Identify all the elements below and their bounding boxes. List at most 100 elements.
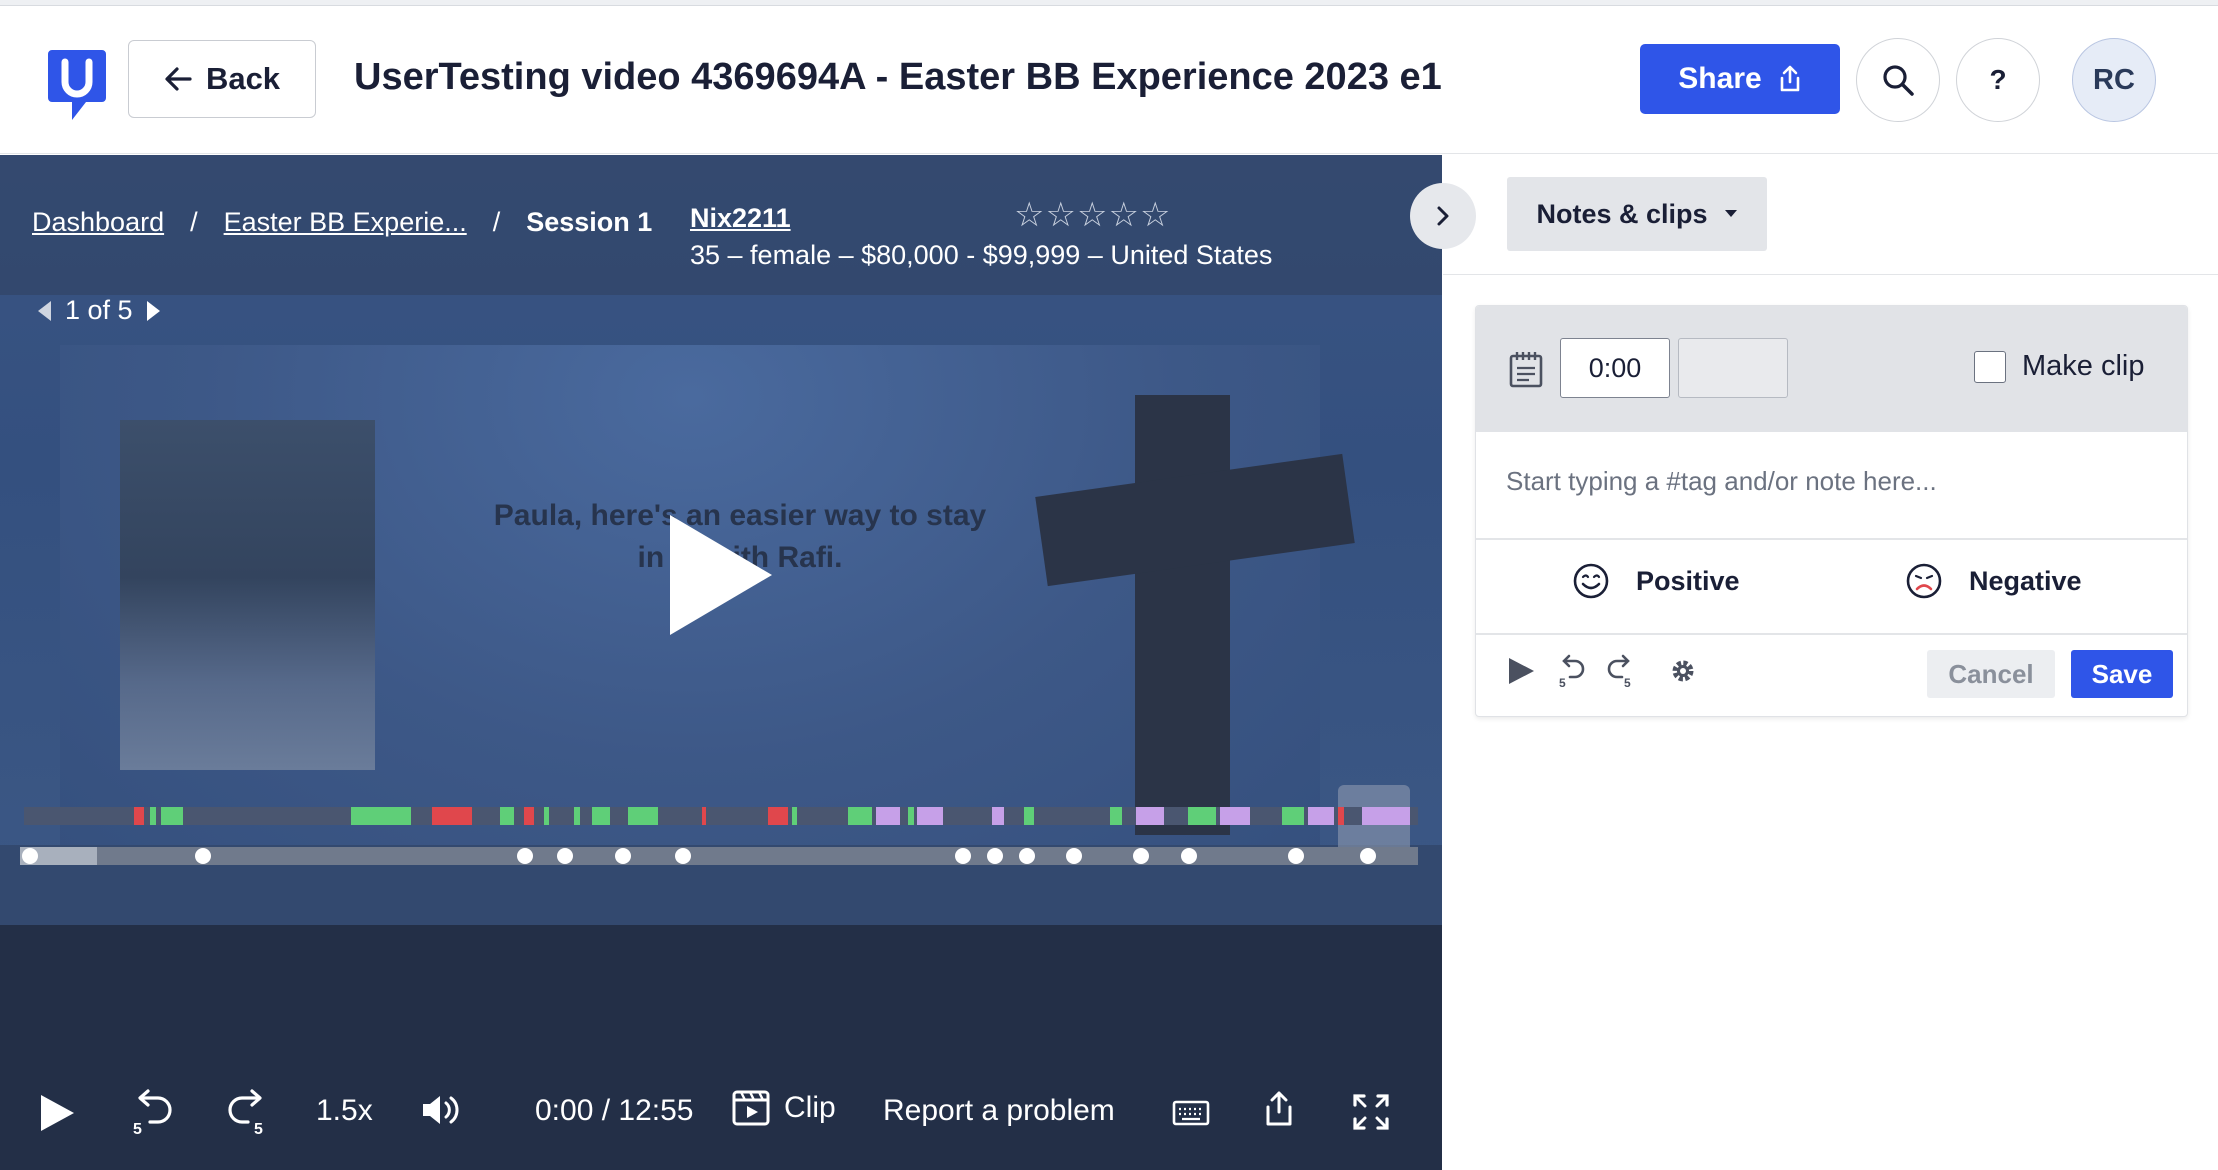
- note-marker[interactable]: [1066, 848, 1082, 864]
- note-marker[interactable]: [1019, 848, 1035, 864]
- star-icon[interactable]: ☆: [1077, 196, 1108, 234]
- cancel-button[interactable]: Cancel: [1927, 650, 2055, 698]
- sentiment-tag-segment[interactable]: [1136, 807, 1164, 825]
- note-marker[interactable]: [517, 848, 533, 864]
- rating-stars[interactable]: ☆☆☆☆☆: [1014, 195, 1171, 235]
- sentiment-tag-segment[interactable]: [917, 807, 943, 825]
- volume-icon: [423, 1096, 459, 1124]
- participant-username[interactable]: Nix2211: [690, 203, 1272, 234]
- sentiment-positive-segment[interactable]: [908, 807, 914, 825]
- save-button[interactable]: Save: [2071, 650, 2173, 698]
- sentiment-negative-segment[interactable]: [134, 807, 144, 825]
- start-time-input[interactable]: 0:00: [1560, 338, 1670, 398]
- share-icon: [1266, 1091, 1292, 1126]
- sentiment-positive-segment[interactable]: [574, 807, 580, 825]
- share-video-button[interactable]: [1264, 1090, 1294, 1128]
- collapse-panel-button[interactable]: [1410, 183, 1476, 249]
- sentiment-negative-segment[interactable]: [702, 807, 706, 825]
- sentiment-tag-segment[interactable]: [1362, 807, 1410, 825]
- note-marker[interactable]: [22, 848, 38, 864]
- play-icon[interactable]: [1506, 656, 1536, 686]
- sentiment-timeline[interactable]: [24, 807, 1418, 825]
- usertesting-logo-icon[interactable]: [46, 46, 108, 122]
- sentiment-negative-segment[interactable]: [432, 807, 472, 825]
- note-marker[interactable]: [615, 848, 631, 864]
- star-icon[interactable]: ☆: [1045, 196, 1076, 234]
- breadcrumb-study[interactable]: Easter BB Experie...: [224, 207, 467, 238]
- share-button[interactable]: Share: [1640, 44, 1840, 114]
- sentiment-positive-segment[interactable]: [351, 807, 411, 825]
- report-problem-button[interactable]: Report a problem: [883, 1094, 1115, 1128]
- note-marker[interactable]: [1360, 848, 1376, 864]
- next-video-icon[interactable]: [146, 300, 160, 321]
- star-icon[interactable]: ☆: [1140, 196, 1171, 234]
- breadcrumb-dashboard[interactable]: Dashboard: [32, 207, 164, 238]
- sentiment-positive-segment[interactable]: [150, 807, 156, 825]
- play-large-icon[interactable]: [670, 515, 772, 635]
- sentiment-positive-segment[interactable]: [1024, 807, 1034, 825]
- note-marker[interactable]: [557, 848, 573, 864]
- divider: [1476, 633, 2187, 635]
- user-avatar[interactable]: RC: [2072, 38, 2156, 122]
- star-icon[interactable]: ☆: [1014, 196, 1045, 234]
- notes-clips-dropdown[interactable]: Notes & clips: [1507, 177, 1767, 251]
- play-button[interactable]: [38, 1093, 76, 1133]
- sentiment-positive-segment[interactable]: [500, 807, 514, 825]
- playback-speed-button[interactable]: 1.5x: [316, 1094, 373, 1128]
- sentiment-tag-segment[interactable]: [992, 807, 1004, 825]
- note-marker[interactable]: [987, 848, 1003, 864]
- note-marker[interactable]: [195, 848, 211, 864]
- svg-text:5: 5: [254, 1121, 263, 1136]
- sentiment-positive-segment[interactable]: [592, 807, 610, 825]
- note-marker[interactable]: [955, 848, 971, 864]
- sentiment-positive-segment[interactable]: [792, 807, 797, 825]
- rewind-5-icon[interactable]: 5: [1556, 654, 1586, 688]
- keyboard-shortcuts-button[interactable]: [1172, 1100, 1210, 1126]
- sentiment-negative-segment[interactable]: [768, 807, 788, 825]
- sentiment-positive-segment[interactable]: [848, 807, 872, 825]
- help-button[interactable]: ?: [1956, 38, 2040, 122]
- breadcrumb-separator: /: [492, 207, 501, 237]
- gear-icon[interactable]: [1668, 656, 1698, 686]
- sentiment-positive-segment[interactable]: [1282, 807, 1304, 825]
- caret-down-icon: [1724, 210, 1737, 217]
- sentiment-positive-segment[interactable]: [1110, 807, 1122, 825]
- sentiment-tag-segment[interactable]: [1308, 807, 1334, 825]
- back-button[interactable]: Back: [128, 40, 316, 118]
- search-button[interactable]: [1856, 38, 1940, 122]
- video-player[interactable]: Paula, here's an easier way to stay in t…: [0, 155, 1442, 1170]
- positive-sentiment-button[interactable]: Positive: [1572, 562, 1740, 600]
- sentiment-positive-segment[interactable]: [544, 807, 549, 825]
- negative-sentiment-button[interactable]: Negative: [1905, 562, 2082, 600]
- end-time-input[interactable]: [1678, 338, 1788, 398]
- fullscreen-button[interactable]: [1352, 1093, 1390, 1131]
- forward-5-icon[interactable]: 5: [1606, 654, 1636, 688]
- note-marker[interactable]: [1133, 848, 1149, 864]
- frown-icon: [1906, 563, 1942, 599]
- sentiment-positive-segment[interactable]: [1188, 807, 1216, 825]
- note-marker[interactable]: [1181, 848, 1197, 864]
- share-label: Share: [1678, 62, 1762, 95]
- sentiment-negative-segment[interactable]: [524, 807, 534, 825]
- note-input[interactable]: Start typing a #tag and/or note here...: [1506, 466, 1937, 497]
- sentiment-negative-segment[interactable]: [1338, 807, 1344, 825]
- star-icon[interactable]: ☆: [1108, 196, 1139, 234]
- sentiment-tag-segment[interactable]: [1220, 807, 1250, 825]
- sentiment-positive-segment[interactable]: [161, 807, 183, 825]
- note-marker[interactable]: [675, 848, 691, 864]
- progress-bar[interactable]: [20, 847, 1418, 865]
- make-clip-checkbox[interactable]: [1974, 350, 2006, 383]
- clip-label: Clip: [784, 1091, 836, 1124]
- rewind-5-button[interactable]: 5: [128, 1088, 174, 1136]
- clip-button[interactable]: Clip: [732, 1090, 836, 1126]
- share-icon: [1780, 65, 1799, 92]
- previous-video-icon[interactable]: [38, 300, 51, 321]
- breadcrumb-session: Session 1: [526, 207, 653, 237]
- make-clip-toggle[interactable]: Make clip: [1974, 350, 2145, 383]
- rewind-5-icon: 5: [133, 1089, 172, 1136]
- sentiment-positive-segment[interactable]: [628, 807, 658, 825]
- note-marker[interactable]: [1288, 848, 1304, 864]
- volume-button[interactable]: [420, 1092, 460, 1128]
- forward-5-button[interactable]: 5: [226, 1088, 272, 1136]
- sentiment-tag-segment[interactable]: [876, 807, 900, 825]
